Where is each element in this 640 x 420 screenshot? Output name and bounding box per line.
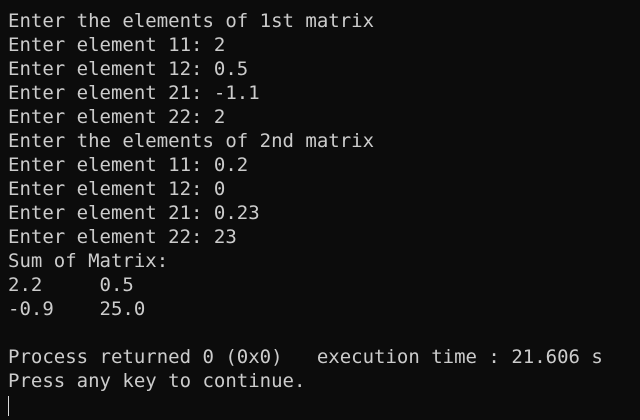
console-line: 2.2 0.5 xyxy=(8,274,134,296)
console-line: Enter element 22: 2 xyxy=(8,106,226,128)
console-line: Enter element 11: 0.2 xyxy=(8,154,249,176)
console-line: Sum of Matrix: xyxy=(8,250,169,272)
console-line: -0.9 25.0 xyxy=(8,298,146,320)
console-line: Enter element 21: -1.1 xyxy=(8,82,260,104)
console-line: Enter element 12: 0.5 xyxy=(8,58,249,80)
console-line: Press any key to continue. xyxy=(8,370,306,392)
console-line: Enter element 12: 0 xyxy=(8,178,226,200)
console-line: Enter element 21: 0.23 xyxy=(8,202,260,224)
console-line: Enter element 22: 23 xyxy=(8,226,237,248)
console-line: Enter the elements of 1st matrix xyxy=(8,10,375,32)
text-cursor xyxy=(8,396,9,416)
console-line: Enter the elements of 2nd matrix xyxy=(8,130,375,152)
console-output: Enter the elements of 1st matrix Enter e… xyxy=(8,9,603,393)
console-window[interactable]: Enter the elements of 1st matrix Enter e… xyxy=(0,0,640,420)
console-line: Process returned 0 (0x0) execution time … xyxy=(8,346,603,368)
console-line: Enter element 11: 2 xyxy=(8,34,226,56)
